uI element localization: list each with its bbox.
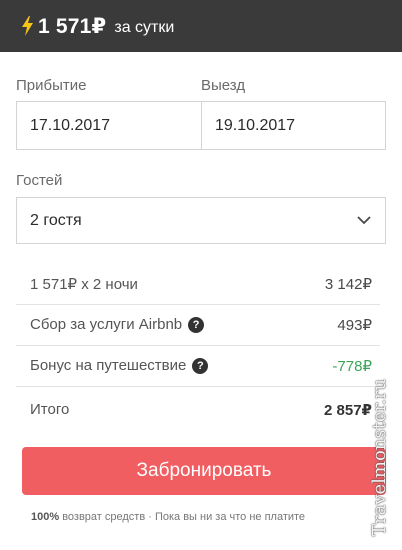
refund-note: 100% возврат средств · Пока вы ни за что…: [31, 511, 305, 523]
per-night-label: за сутки: [114, 18, 175, 36]
guests-value: 2 гостя: [30, 211, 82, 229]
guests-label: Гостей: [16, 172, 63, 189]
checkout-label: Выезд: [201, 77, 246, 94]
service-fee-row: Сбор за услуги Airbnb? 493₽: [16, 305, 380, 346]
checkin-label: Прибытие: [16, 77, 87, 94]
help-icon[interactable]: ?: [188, 316, 205, 333]
help-icon[interactable]: ?: [192, 357, 209, 374]
checkin-date-value: 17.10.2017: [30, 116, 111, 134]
nights-label: 1 571₽ x 2 ночи: [30, 276, 138, 293]
checkout-date-value: 19.10.2017: [215, 116, 296, 134]
bonus-label: Бонус на путешествие: [30, 357, 187, 375]
nights-value: 3 142₽: [324, 276, 372, 293]
price-header: 1 571₽ за сутки: [0, 0, 402, 52]
nights-row: 1 571₽ x 2 ночи 3 142₽: [16, 264, 380, 305]
total-row: Итого 2 857₽: [16, 389, 380, 430]
nightly-price: 1 571₽: [38, 14, 107, 38]
service-fee-label: Сбор за услуги Airbnb: [30, 316, 183, 334]
watermark: Travelmonster.ru: [360, 372, 400, 542]
bonus-row: Бонус на путешествие? -778₽: [16, 346, 380, 387]
total-label: Итого: [30, 401, 70, 418]
refund-text: возврат средств · Пока вы ни за что не п…: [62, 511, 306, 523]
book-button[interactable]: Забронировать: [22, 447, 386, 495]
checkin-date-field[interactable]: 17.10.2017: [16, 101, 202, 150]
refund-percent: 100%: [31, 511, 60, 523]
chevron-down-icon: [357, 216, 371, 225]
watermark-text: Travelmonster.ru: [369, 378, 391, 536]
service-fee-value: 493₽: [337, 317, 372, 334]
guests-select[interactable]: 2 гостя: [16, 197, 386, 244]
lightning-bolt-icon: [22, 16, 33, 36]
checkout-date-field[interactable]: 19.10.2017: [201, 101, 386, 150]
